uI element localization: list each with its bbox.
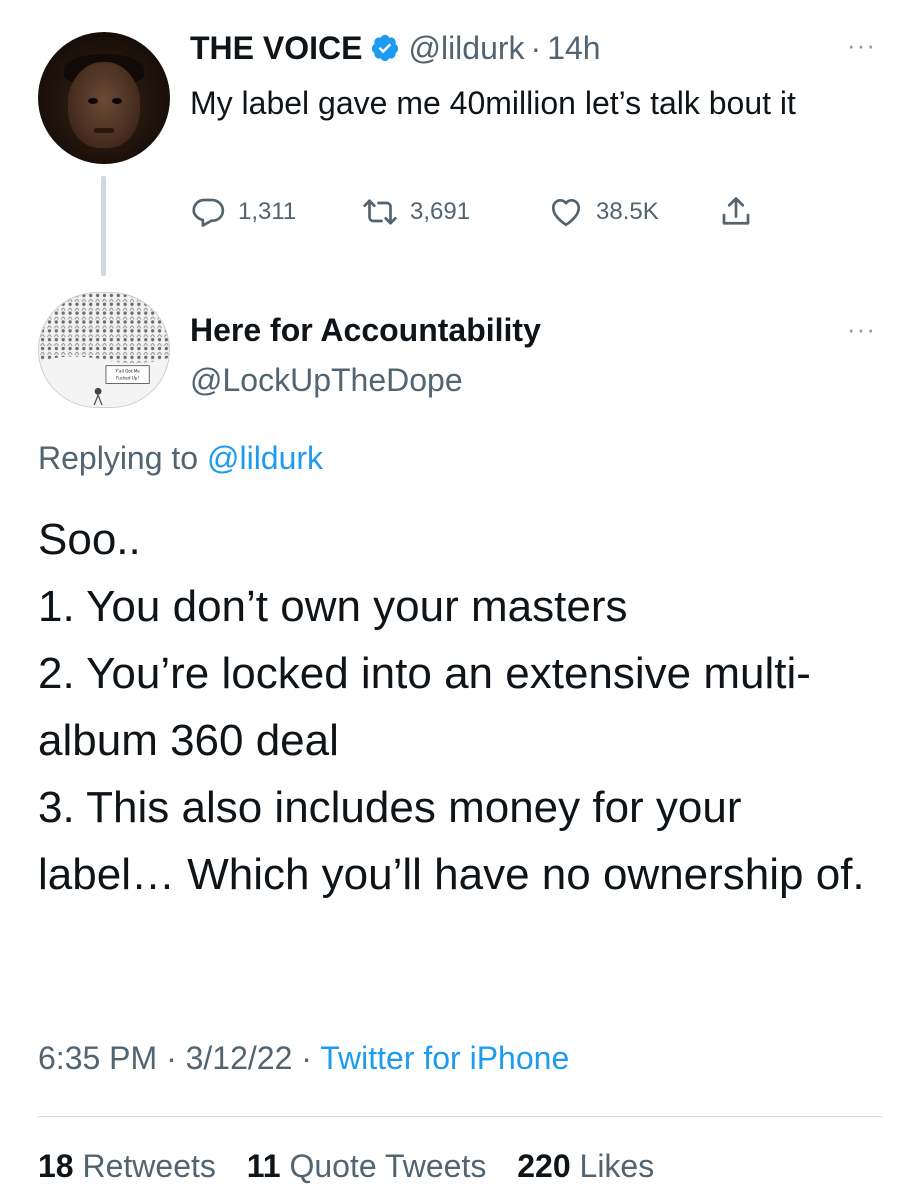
heart-icon [551,198,581,227]
avatar-eye-left [88,98,98,104]
crowd-cartoon-image: Y'all Got Me Fucked Up! [39,293,169,407]
reply-text-line: 1. You don’t own your masters [38,582,628,631]
parent-display-name[interactable]: THE VOICE [190,30,362,67]
reply-text-line: Soo.. [38,515,141,564]
reply-handle[interactable]: @LockUpTheDope [190,362,463,399]
tweet-source-link[interactable]: Twitter for iPhone [320,1040,569,1076]
reply-text-line: 2. You’re locked into an extensive multi… [38,649,811,765]
likes-label: Likes [579,1148,655,1184]
verified-badge-icon [372,34,399,62]
parent-tweet-header: THE VOICE @lildurk · 14h [190,26,601,70]
avatar-caption-line-2: Fucked Up! [116,375,139,380]
tweet-date[interactable]: 3/12/22 [186,1040,293,1076]
like-button[interactable]: 38.5K [548,194,718,230]
meta-separator: · [301,1040,312,1076]
replying-to-prefix: Replying to [38,440,199,476]
quote-tweets-count: 11 [246,1148,281,1184]
retweet-count: 3,691 [410,198,471,225]
share-icon [722,197,750,225]
more-dots-icon[interactable]: ··· [847,32,876,58]
header-separator: · [530,29,542,66]
replying-to-link[interactable]: @lildurk [207,440,323,476]
replying-to-line: Replying to @lildurk [38,440,323,477]
reply-tweet-text: Soo.. 1. You don’t own your masters 2. Y… [38,506,888,908]
avatar-the-voice[interactable] [38,32,170,164]
avatar-caption-line-1: Y'all Got Me [114,369,140,374]
tweet-meta: 6:35 PM · 3/12/22 · Twitter for iPhone [38,1040,569,1077]
quote-tweets-stat[interactable]: 11 Quote Tweets [247,1148,487,1184]
retweets-stat[interactable]: 18 Retweets [38,1148,216,1184]
likes-stat[interactable]: 220 Likes [517,1148,654,1184]
meta-separator: · [166,1040,177,1076]
avatar-accountability[interactable]: Y'all Got Me Fucked Up! [38,292,170,408]
like-count: 38.5K [596,198,659,225]
more-dots-icon[interactable]: ··· [847,316,876,342]
reply-display-name[interactable]: Here for Accountability [190,312,541,349]
avatar-face [68,62,140,148]
share-button[interactable] [718,194,754,230]
thread-connector-line [101,176,106,276]
quote-tweets-label: Quote Tweets [289,1148,487,1184]
avatar-mouth [94,128,114,133]
retweet-button[interactable]: 3,691 [362,194,548,230]
retweet-icon [363,199,397,225]
reply-button[interactable]: 1,311 [190,194,362,230]
retweets-label: Retweets [82,1148,216,1184]
reply-count: 1,311 [238,198,297,225]
tweet-time[interactable]: 6:35 PM [38,1040,157,1076]
divider [38,1116,882,1117]
tweet-thread: THE VOICE @lildurk · 14h ··· My label ga… [0,0,920,1200]
parent-tweet-actions: 1,311 3,691 38.5K [190,192,754,232]
parent-tweet-text: My label gave me 40million let’s talk bo… [190,85,796,121]
parent-handle[interactable]: @lildurk [408,30,524,67]
tweet-stats: 18 Retweets 11 Quote Tweets 220 Likes [38,1148,676,1185]
reply-text-line: 3. This also includes money for your lab… [38,783,865,899]
avatar-eye-right [112,98,122,104]
parent-timestamp[interactable]: 14h [547,30,600,67]
likes-count: 220 [517,1148,571,1184]
retweets-count: 18 [38,1148,74,1184]
reply-bubble-icon [192,198,225,227]
